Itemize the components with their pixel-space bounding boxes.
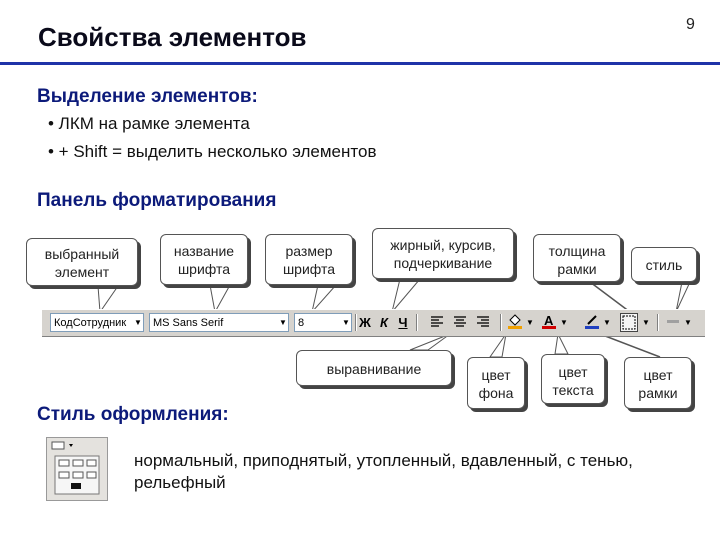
pointer-font-size	[311, 284, 338, 314]
formatting-toolbar: КодСотрудник ▼ MS Sans Serif ▼ 8 ▼ Ж К Ч…	[42, 309, 705, 337]
object-select[interactable]: КодСотрудник	[50, 313, 144, 332]
callout-bold-italic-underline: жирный, курсив, подчеркивание	[372, 228, 514, 279]
object-dropdown-icon[interactable]: ▼	[132, 313, 144, 332]
callout-bg-color: цвет фона	[467, 357, 525, 409]
font-color-dropdown-icon[interactable]: ▼	[558, 313, 570, 332]
align-right-icon[interactable]	[474, 313, 492, 332]
border-width-dropdown-icon[interactable]: ▼	[640, 313, 652, 332]
pointer-font-name	[209, 284, 231, 314]
line-color-icon[interactable]	[583, 313, 601, 332]
line-color-dropdown-icon[interactable]: ▼	[601, 313, 613, 332]
underline-button[interactable]: Ч	[394, 313, 412, 332]
font-name-select[interactable]: MS Sans Serif	[149, 313, 289, 332]
callout-border-width: толщина рамки	[533, 234, 621, 282]
pointer-bold	[391, 278, 422, 313]
border-width-icon[interactable]	[620, 313, 638, 332]
callout-alignment: выравнивание	[296, 350, 452, 386]
align-left-icon[interactable]	[428, 313, 446, 332]
size-dropdown-icon[interactable]: ▼	[340, 313, 352, 332]
font-color-icon[interactable]: A	[540, 313, 558, 332]
fill-color-icon[interactable]	[506, 313, 524, 332]
line-color-swatch	[585, 326, 599, 329]
special-effect-icon[interactable]	[664, 313, 682, 332]
pointer-text-color	[554, 332, 569, 355]
pointer-style	[675, 281, 691, 313]
toolbar-separator	[657, 314, 659, 331]
callout-style: стиль	[631, 247, 697, 282]
toolbar-separator	[500, 314, 502, 331]
pointer-bg-color	[489, 333, 507, 358]
pointer-border-color	[599, 333, 661, 358]
callout-text-color: цвет текста	[541, 354, 605, 404]
font-color-glyph: A	[544, 313, 554, 328]
italic-button[interactable]: К	[375, 313, 393, 332]
callout-font-size: размер шрифта	[265, 234, 353, 285]
pointer-border-width	[589, 281, 631, 313]
special-effect-dropdown-icon[interactable]: ▼	[682, 313, 694, 332]
bold-button[interactable]: Ж	[356, 313, 374, 332]
toolbar-separator	[416, 314, 418, 331]
font-color-swatch	[542, 326, 556, 329]
callout-font-name: название шрифта	[160, 234, 248, 285]
fill-dropdown-icon[interactable]: ▼	[524, 313, 536, 332]
callout-selected-element: выбранный элемент	[26, 238, 138, 286]
font-dropdown-icon[interactable]: ▼	[277, 313, 289, 332]
callout-border-color: цвет рамки	[624, 357, 692, 409]
fill-color-swatch	[508, 326, 522, 329]
appearance-description: нормальный, приподнятый, утопленный, вда…	[134, 451, 633, 492]
style-picker-image	[46, 437, 108, 501]
align-center-icon[interactable]	[451, 313, 469, 332]
appearance-heading: Стиль оформления:	[37, 404, 229, 425]
